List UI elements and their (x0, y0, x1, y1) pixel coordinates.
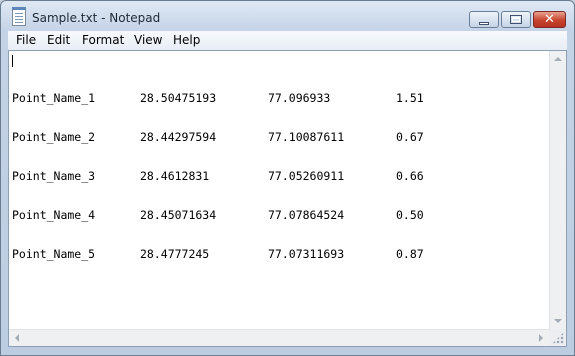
scroll-down-icon[interactable] (554, 319, 562, 323)
scroll-up-icon[interactable] (554, 57, 562, 61)
title-bar[interactable]: Sample.txt - Notepad ✕ (1, 1, 574, 31)
point-value: 0.66 (396, 169, 424, 183)
point-name: Point_Name_2 (12, 130, 96, 144)
text-caret (12, 55, 13, 67)
menu-edit[interactable]: Edit (47, 33, 70, 48)
maximize-button[interactable] (501, 11, 531, 28)
longitude-value: 77.07311693 (268, 247, 345, 261)
point-name: Point_Name_1 (12, 91, 96, 105)
latitude-value: 28.50475193 (140, 91, 217, 105)
maximize-icon (510, 15, 522, 24)
horizontal-scrollbar[interactable] (9, 329, 549, 346)
size-grip[interactable] (549, 329, 566, 346)
latitude-value: 28.4612831 (140, 169, 210, 183)
notepad-icon[interactable] (12, 7, 26, 26)
scroll-left-icon[interactable] (15, 334, 19, 342)
document-text[interactable]: Point_Name_1 28.50475193 77.096933 1.51 … (12, 53, 547, 329)
resize-grip-icon[interactable] (552, 332, 564, 344)
close-button[interactable]: ✕ (533, 11, 566, 28)
menu-format[interactable]: Format (82, 33, 124, 48)
text-line: Point_Name_3 28.4612831 77.05260911 0.66 (12, 170, 547, 183)
longitude-value: 77.07864524 (268, 208, 345, 222)
point-name: Point_Name_4 (12, 208, 96, 222)
text-editor[interactable]: Point_Name_1 28.50475193 77.096933 1.51 … (8, 50, 567, 347)
notepad-window: Sample.txt - Notepad ✕ File Edit Format … (0, 0, 575, 356)
longitude-value: 77.10087611 (268, 130, 345, 144)
menu-file[interactable]: File (16, 33, 36, 48)
scroll-right-icon[interactable] (539, 334, 543, 342)
longitude-value: 77.05260911 (268, 169, 345, 183)
point-value: 0.87 (396, 247, 424, 261)
text-line: Point_Name_2 28.44297594 77.10087611 0.6… (12, 131, 547, 144)
latitude-value: 28.45071634 (140, 208, 217, 222)
minimize-icon (479, 22, 489, 25)
longitude-value: 77.096933 (268, 91, 331, 105)
point-name: Point_Name_3 (12, 169, 96, 183)
point-value: 1.51 (396, 91, 424, 105)
text-line: Point_Name_5 28.4777245 77.07311693 0.87 (12, 248, 547, 261)
point-value: 0.50 (396, 208, 424, 222)
close-icon: ✕ (544, 12, 555, 27)
latitude-value: 28.4777245 (140, 247, 210, 261)
latitude-value: 28.44297594 (140, 130, 217, 144)
point-value: 0.67 (396, 130, 424, 144)
point-name: Point_Name_5 (12, 247, 96, 261)
minimize-button[interactable] (469, 11, 499, 28)
text-line: Point_Name_4 28.45071634 77.07864524 0.5… (12, 209, 547, 222)
menu-help[interactable]: Help (173, 33, 200, 48)
menu-bar: File Edit Format View Help (8, 31, 567, 50)
menu-view[interactable]: View (134, 33, 162, 48)
window-title: Sample.txt - Notepad (32, 11, 161, 25)
text-line: Point_Name_1 28.50475193 77.096933 1.51 (12, 92, 547, 105)
vertical-scrollbar[interactable] (549, 51, 566, 329)
